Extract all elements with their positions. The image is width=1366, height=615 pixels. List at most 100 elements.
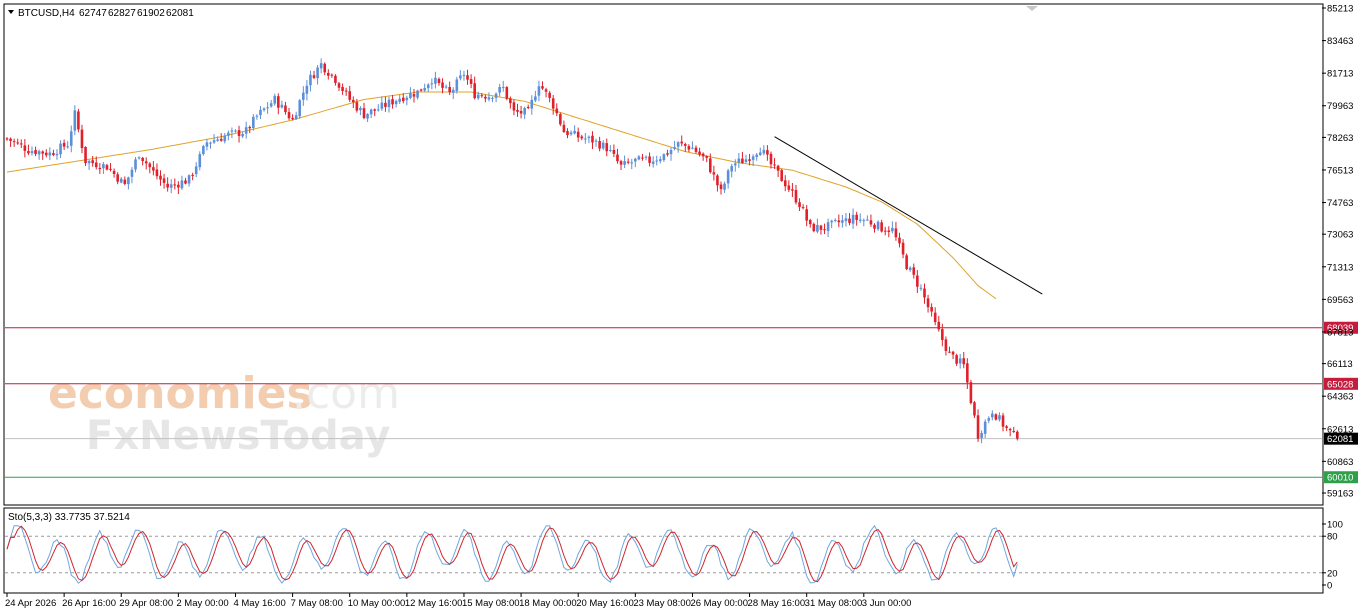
candle-body [905, 255, 908, 270]
trendline[interactable] [774, 136, 1043, 295]
candle-body [705, 156, 709, 158]
candle-body [173, 184, 177, 186]
y-tick-label: 73063 [1327, 230, 1353, 241]
candle-body [862, 220, 866, 222]
candle-body [944, 339, 948, 351]
stochastic-panel[interactable] [3, 507, 1324, 594]
candle-body [966, 363, 969, 383]
time-axis: 24 Apr 2026 26 Apr 16:00 29 Apr 08:00 2 May… [5, 593, 911, 609]
trendline-group[interactable] [774, 136, 1043, 295]
candle-body [851, 214, 855, 224]
candle-body [609, 149, 612, 151]
candle-body [73, 110, 77, 131]
candle-body [123, 179, 127, 184]
candle-body [330, 74, 334, 76]
candle-body [869, 220, 873, 225]
collapse-marker-icon[interactable] [1026, 6, 1038, 11]
candle-body [587, 136, 591, 139]
candle-body [519, 110, 523, 114]
candle-body [284, 105, 287, 113]
ohlc-high: 62827 [108, 8, 136, 19]
candle-body [91, 160, 94, 164]
y-tick-label: 79963 [1327, 101, 1353, 112]
x-tick-label: 31 May 08:00 [805, 598, 863, 609]
candle-body [880, 222, 883, 232]
candle-body [248, 127, 252, 129]
candle-body [969, 382, 973, 404]
y-tick-label: 62613 [1327, 424, 1353, 435]
watermark: economies .com FxNewsToday [48, 368, 400, 459]
candle-body [169, 184, 173, 188]
candle-body [812, 223, 816, 232]
candle-body [559, 114, 562, 125]
candle-body [933, 312, 937, 323]
candle-body [673, 147, 676, 149]
candle-body [298, 100, 302, 117]
candle-body [955, 355, 958, 364]
candle-body [319, 63, 323, 69]
candle-body [30, 151, 34, 154]
candle-body [348, 91, 352, 100]
candle-body [209, 142, 212, 144]
candle-body [512, 102, 516, 111]
sto-main-line [6, 524, 1018, 584]
candle-body [669, 149, 673, 155]
moving-average-line [6, 91, 997, 300]
level-tag-text: 60010 [1327, 473, 1353, 484]
dropdown-triangle-icon[interactable] [8, 10, 14, 14]
candle-body [626, 161, 630, 163]
candle-body [748, 159, 751, 161]
candle-body [87, 161, 91, 164]
candle-body [237, 130, 241, 137]
candle-body [266, 107, 269, 109]
candle-body [166, 183, 169, 188]
candle-body [127, 177, 130, 185]
y-tick-label: 76513 [1327, 165, 1353, 176]
candle-body [202, 146, 205, 154]
watermark-economies: economies [48, 368, 313, 419]
x-tick-label: 26 Apr 16:00 [62, 598, 116, 609]
x-tick-label: 24 Apr 2026 [5, 598, 56, 609]
candle-body [526, 106, 530, 109]
candle-body [537, 86, 541, 96]
candle-body [387, 99, 391, 108]
candle-body [180, 180, 184, 189]
candle-body [780, 170, 783, 181]
candle-body [694, 147, 698, 152]
candle-body [948, 351, 951, 353]
candle-body [191, 174, 194, 176]
candle-body [230, 130, 234, 132]
candle-body [983, 421, 987, 434]
candle-body [41, 151, 44, 154]
candle-body [98, 167, 102, 170]
candle-body [841, 220, 844, 223]
x-tick-label: 29 Apr 08:00 [119, 598, 173, 609]
candle-body [423, 88, 426, 91]
candle-body [494, 93, 498, 98]
candle-body [858, 219, 862, 221]
candle-body [548, 92, 551, 98]
y-tick-label: 85213 [1327, 4, 1353, 15]
candle-body [616, 154, 619, 162]
x-tick-label: 3 Jun 00:00 [862, 598, 912, 609]
watermark-dotcom: .com [292, 368, 400, 419]
candle-body [487, 97, 491, 100]
chart-canvas[interactable]: economies .com FxNewsToday BTCUSD,H4 627… [0, 0, 1366, 615]
candle-body [930, 306, 933, 312]
candle-body [205, 142, 209, 147]
candle-body [159, 175, 162, 180]
sto-y-tick-label: 80 [1327, 532, 1338, 543]
candle-body [941, 329, 944, 341]
candle-body [244, 127, 248, 134]
candle-body [634, 158, 637, 162]
candle-body [562, 124, 566, 133]
candle-body [523, 108, 526, 115]
candle-body [405, 97, 409, 101]
candle-body [891, 227, 894, 232]
candle-body [651, 161, 655, 164]
candle-body [116, 174, 119, 182]
candle-body [580, 136, 584, 139]
candle-body [9, 138, 12, 141]
candle-body [976, 415, 980, 439]
candle-body [305, 85, 309, 94]
